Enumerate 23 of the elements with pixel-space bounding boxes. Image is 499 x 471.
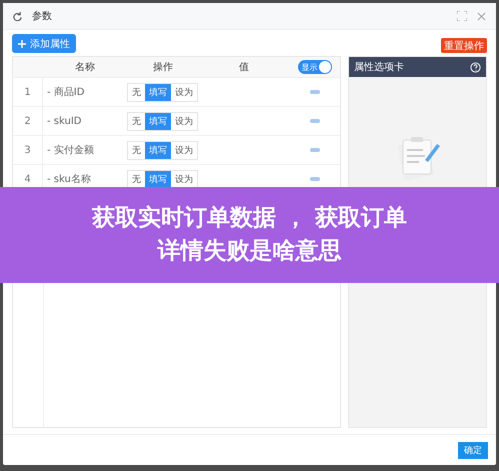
reset-button[interactable]: 重置操作	[441, 38, 487, 53]
value-icon	[310, 177, 320, 181]
row-number: 2	[13, 107, 43, 135]
attribute-name: - 商品ID	[46, 86, 86, 99]
plus-icon	[18, 40, 26, 48]
help-icon[interactable]	[470, 62, 481, 72]
banner-title: 获取实时订单数据 ， 获取订单	[92, 204, 407, 233]
banner-title: 详情失败是啥意思	[158, 237, 342, 266]
row-number: 3	[13, 136, 43, 164]
attribute-name: - 实付金额	[46, 144, 95, 157]
refresh-icon[interactable]	[13, 12, 22, 20]
value-icon	[310, 90, 320, 94]
close-icon[interactable]	[477, 12, 486, 20]
window-title: 参数	[32, 10, 53, 23]
value-icon	[310, 119, 320, 123]
column-header: 操作	[152, 61, 174, 74]
value-icon	[310, 148, 320, 152]
column-header: 值	[238, 61, 250, 74]
attribute-name: - sku名称	[46, 173, 92, 186]
row-number: 1	[13, 78, 43, 106]
column-header: 名称	[74, 61, 96, 74]
side-panel-title: 属性选项卡	[354, 60, 404, 74]
attribute-name: - skuID	[46, 116, 82, 126]
